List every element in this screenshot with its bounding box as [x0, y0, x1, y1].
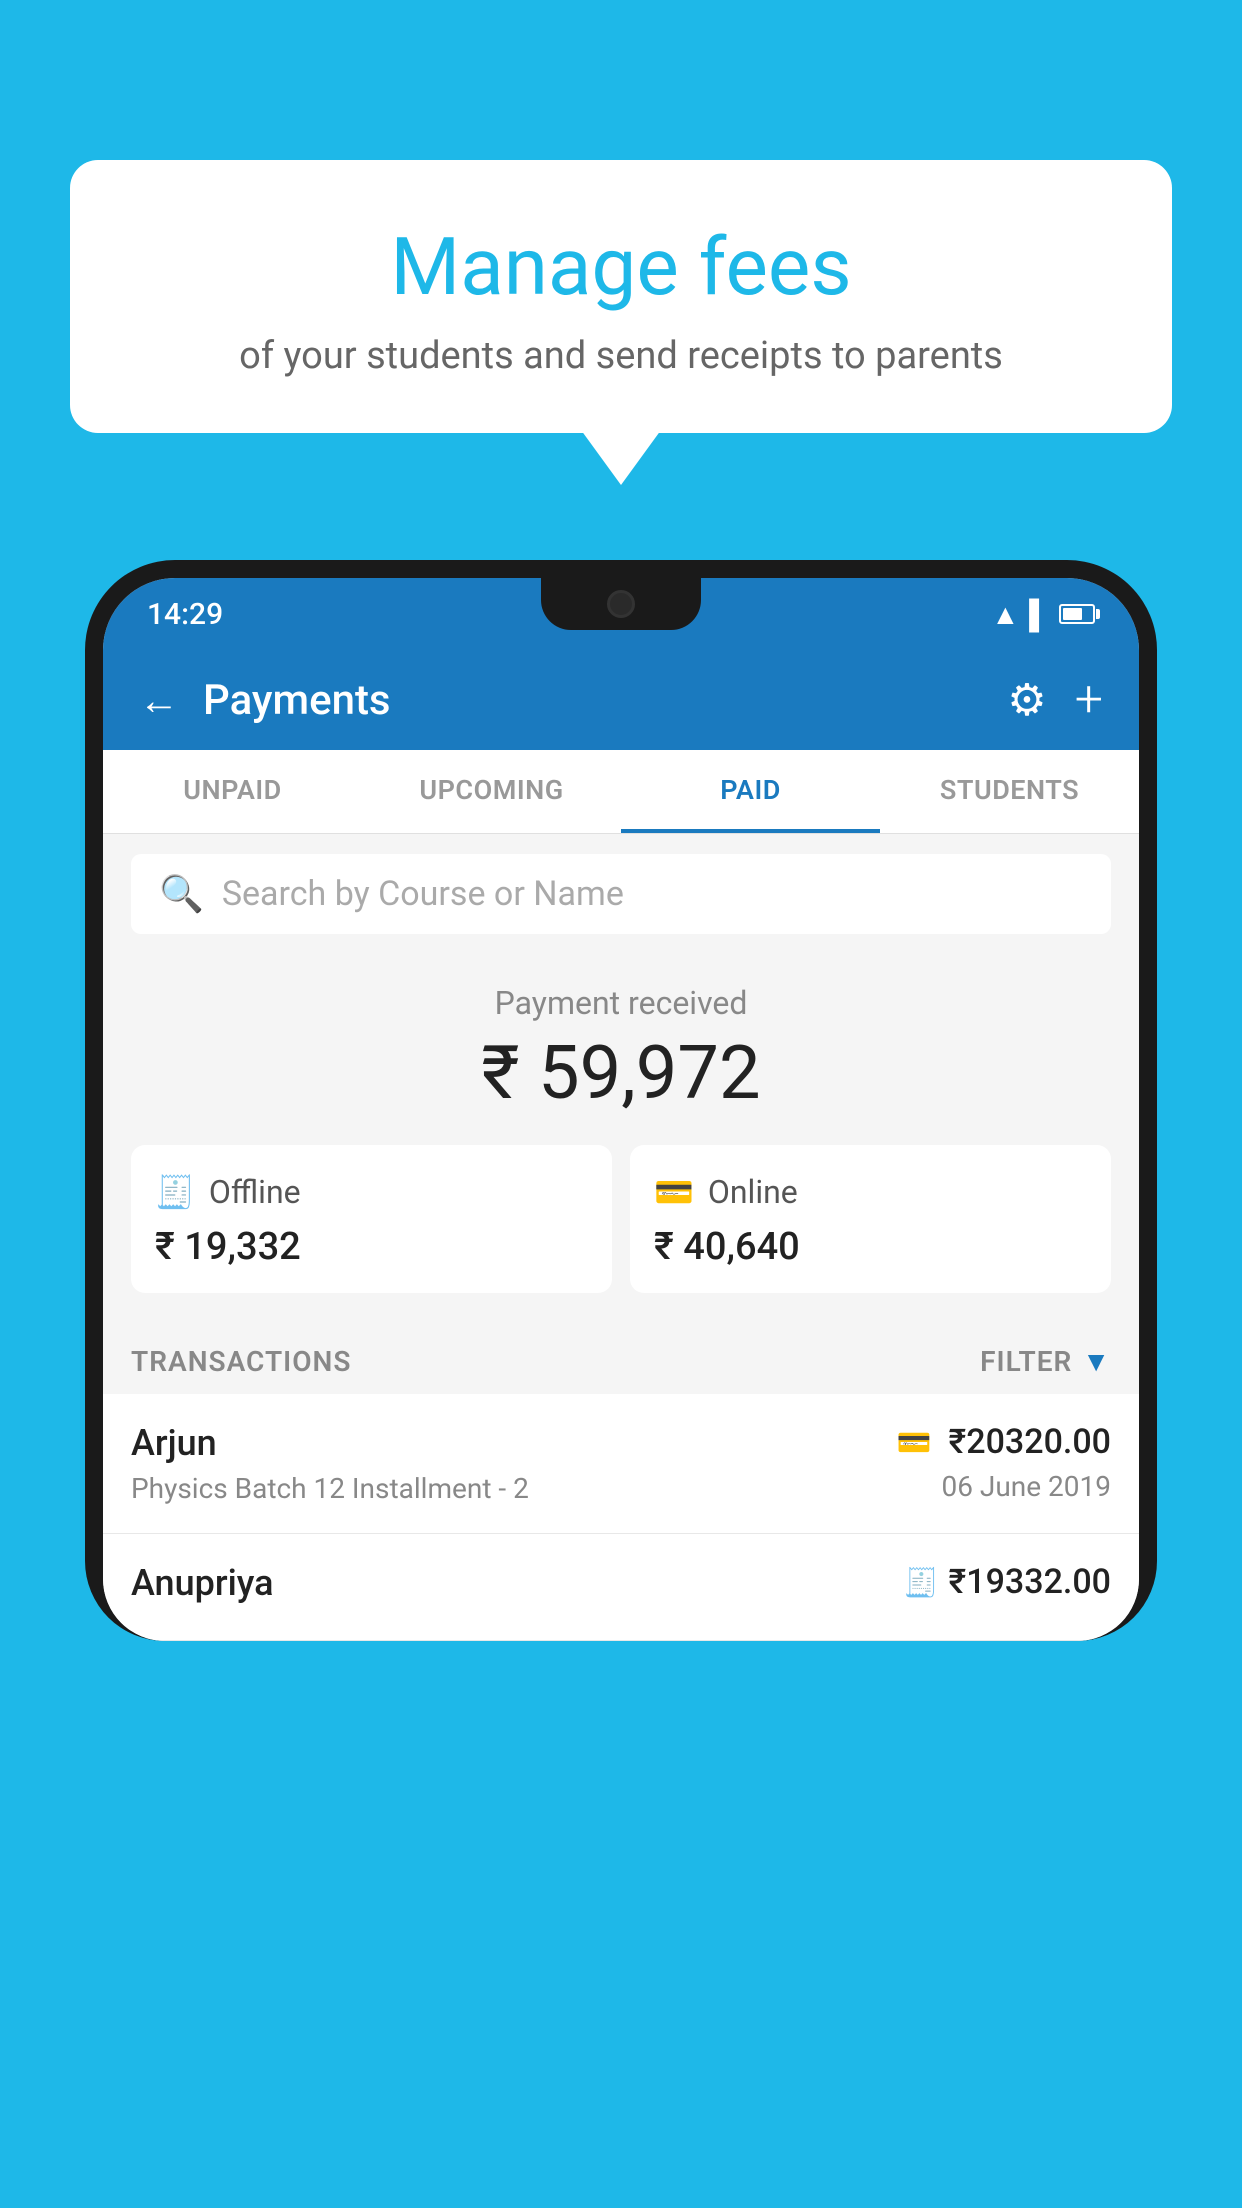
online-amount: ₹ 40,640 — [654, 1225, 1087, 1269]
search-box[interactable]: 🔍 Search by Course or Name — [131, 854, 1111, 934]
tab-unpaid[interactable]: UNPAID — [103, 750, 362, 833]
offline-pay-icon: 🧾 — [904, 1566, 939, 1599]
phone-outer: 14:29 ▲ ▌ ← Payments ⚙ + — [85, 560, 1157, 1641]
app-bar-title: Payments — [203, 676, 983, 725]
transaction-amount: ₹20320.00 — [949, 1422, 1111, 1462]
phone-device: 14:29 ▲ ▌ ← Payments ⚙ + — [85, 560, 1157, 2208]
offline-label: Offline — [209, 1173, 301, 1211]
transaction-right-2: 🧾 ₹19332.00 — [904, 1562, 1111, 1610]
transactions-header: TRANSACTIONS FILTER ▼ — [103, 1321, 1139, 1394]
transaction-amount-col-2: ₹19332.00 — [949, 1562, 1111, 1610]
phone-notch — [541, 578, 701, 630]
filter-label: FILTER — [980, 1345, 1072, 1378]
transaction-left: Arjun Physics Batch 12 Installment - 2 — [131, 1422, 529, 1505]
transaction-name-2: Anupriya — [131, 1562, 274, 1604]
payment-amount: ₹ 59,972 — [131, 1030, 1111, 1117]
status-icons: ▲ ▌ — [991, 598, 1095, 631]
transaction-date: 06 June 2019 — [941, 1470, 1111, 1503]
offline-amount: ₹ 19,332 — [155, 1225, 588, 1269]
online-label: Online — [708, 1173, 798, 1211]
speech-bubble-title: Manage fees — [120, 220, 1122, 314]
table-row[interactable]: Anupriya 🧾 ₹19332.00 — [103, 1534, 1139, 1641]
transactions-label: TRANSACTIONS — [131, 1345, 351, 1378]
signal-icon: ▌ — [1029, 598, 1049, 631]
online-pay-icon: 💳 — [897, 1426, 932, 1459]
transaction-amount-col: ₹20320.00 06 June 2019 — [941, 1422, 1111, 1503]
transaction-left-2: Anupriya — [131, 1562, 274, 1612]
battery-fill — [1063, 608, 1082, 620]
online-card-header: 💳 Online — [654, 1173, 1087, 1211]
search-icon: 🔍 — [159, 873, 204, 915]
search-container: 🔍 Search by Course or Name — [103, 834, 1139, 954]
transaction-right: 💳 ₹20320.00 06 June 2019 — [897, 1422, 1111, 1503]
tab-students[interactable]: STUDENTS — [880, 750, 1139, 833]
online-icon: 💳 — [654, 1173, 694, 1211]
online-card: 💳 Online ₹ 40,640 — [630, 1145, 1111, 1293]
tabs-bar: UNPAID UPCOMING PAID STUDENTS — [103, 750, 1139, 834]
back-button[interactable]: ← — [139, 677, 179, 724]
app-bar: ← Payments ⚙ + — [103, 650, 1139, 750]
battery-icon — [1059, 604, 1095, 624]
wifi-icon: ▲ — [991, 598, 1019, 631]
filter-button[interactable]: FILTER ▼ — [980, 1345, 1111, 1378]
offline-icon: 🧾 — [155, 1173, 195, 1211]
status-time: 14:29 — [147, 597, 223, 632]
speech-bubble: Manage fees of your students and send re… — [70, 160, 1172, 433]
speech-bubble-subtitle: of your students and send receipts to pa… — [120, 334, 1122, 378]
app-bar-actions: ⚙ + — [1007, 671, 1103, 729]
phone-camera — [607, 590, 635, 618]
payment-received-label: Payment received — [131, 984, 1111, 1022]
tab-upcoming[interactable]: UPCOMING — [362, 750, 621, 833]
filter-icon: ▼ — [1082, 1345, 1111, 1378]
offline-card-header: 🧾 Offline — [155, 1173, 588, 1211]
add-button[interactable]: + — [1075, 671, 1103, 729]
transaction-amount-2: ₹19332.00 — [949, 1562, 1111, 1602]
offline-card: 🧾 Offline ₹ 19,332 — [131, 1145, 612, 1293]
search-placeholder: Search by Course or Name — [222, 874, 624, 914]
table-row[interactable]: Arjun Physics Batch 12 Installment - 2 💳… — [103, 1394, 1139, 1534]
transaction-details: Physics Batch 12 Installment - 2 — [131, 1472, 529, 1505]
phone-screen: 14:29 ▲ ▌ ← Payments ⚙ + — [103, 578, 1139, 1641]
settings-button[interactable]: ⚙ — [1007, 674, 1046, 726]
transaction-name: Arjun — [131, 1422, 529, 1464]
payment-summary: Payment received ₹ 59,972 🧾 Offline ₹ 19… — [103, 954, 1139, 1321]
payment-cards: 🧾 Offline ₹ 19,332 💳 Online ₹ 40,640 — [131, 1145, 1111, 1293]
tab-paid[interactable]: PAID — [621, 750, 880, 833]
